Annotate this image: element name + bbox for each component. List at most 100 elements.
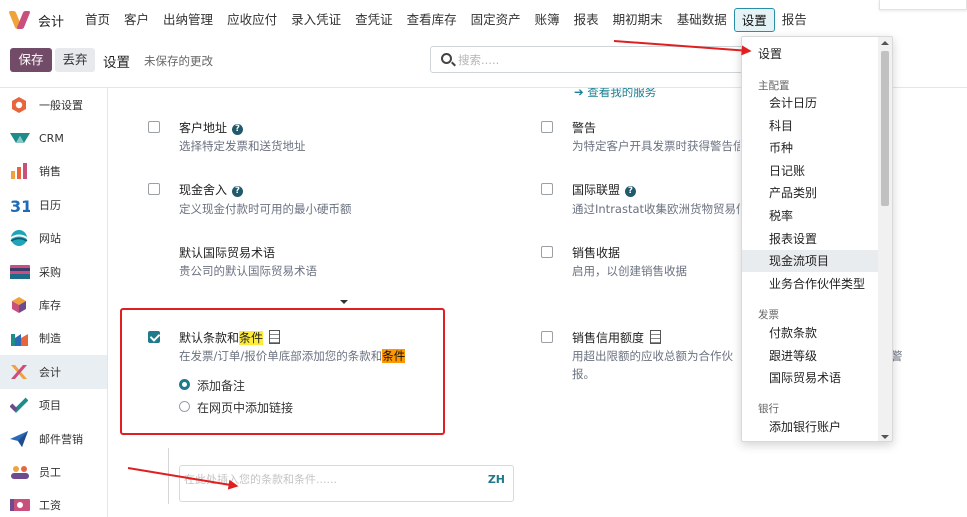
sidebar-item-calendar[interactable]: 31 日历 [0, 188, 107, 221]
accounting-app-icon[interactable] [8, 10, 31, 30]
menu-item-settings[interactable]: 设置 [742, 43, 880, 65]
nav-master-data[interactable]: 基础数据 [670, 8, 734, 32]
intrastat-checkbox[interactable] [541, 183, 553, 195]
menu-item-product-categories[interactable]: 产品类别 [742, 182, 880, 204]
search-input[interactable] [458, 51, 738, 69]
credit-limit-title: 销售信用额度 [572, 329, 662, 346]
sidebar-item-general[interactable]: 一般设置 [0, 88, 107, 121]
menu-scrollbar[interactable] [878, 37, 892, 441]
menu-item-follow-up-levels[interactable]: 跟进等级 [742, 345, 880, 367]
intrastat-title-text: 国际联盟 [572, 183, 621, 197]
search-box[interactable] [430, 46, 750, 73]
nav-settings[interactable]: 设置 [733, 8, 775, 32]
nav-report[interactable]: 报告 [775, 8, 814, 32]
default-terms-title: 默认条款和条件 [179, 329, 281, 346]
nav-period[interactable]: 期初期末 [606, 8, 670, 32]
settings-sidebar: 一般设置 CRM 销售 31 日历 网站 采购 库存 制造 会计 项目 邮件营销… [0, 88, 108, 517]
menu-item-report-settings[interactable]: 报表设置 [742, 228, 880, 250]
people-icon [10, 464, 30, 480]
sidebar-item-crm[interactable]: CRM [0, 121, 107, 154]
unsaved-indicator: 未保存的更改 [144, 54, 213, 68]
credit-limit-title-text: 销售信用额度 [572, 331, 645, 345]
menu-item-add-bank-account[interactable]: 添加银行账户 [742, 416, 880, 438]
top-navbar: 会计 首页 客户 出纳管理 应收应付 录入凭证 查凭证 查看库存 固定资产 账簿… [0, 0, 967, 40]
add-link-radio[interactable] [179, 401, 190, 412]
cash-rounding-checkbox[interactable] [148, 183, 160, 195]
warning-checkbox[interactable] [541, 121, 553, 133]
company-icon [269, 330, 281, 344]
sidebar-item-purchase[interactable]: 采购 [0, 255, 107, 288]
save-button[interactable]: 保存 [10, 48, 52, 72]
default-terms-desc: 在发票/订单/报价单底部添加您的条款和条件 [179, 348, 406, 364]
menu-item-partner-types[interactable]: 业务合作伙伴类型 [742, 273, 880, 295]
factory-icon [10, 330, 30, 347]
language-button[interactable]: ZH [488, 473, 505, 486]
add-link-label[interactable]: 在网页中添加链接 [197, 399, 293, 416]
view-my-services-link[interactable]: ➔ 查看我的服务 [574, 88, 656, 100]
sidebar-item-label: 日历 [39, 198, 61, 212]
sidebar-item-sales[interactable]: 销售 [0, 155, 107, 188]
nav-enter-voucher[interactable]: 录入凭证 [284, 8, 348, 32]
default-terms-checkbox[interactable] [148, 331, 160, 343]
sidebar-item-label: 会计 [39, 365, 61, 379]
discard-button[interactable]: 丢弃 [55, 48, 95, 72]
menu-section-invoicing: 发票 [758, 309, 779, 321]
help-icon[interactable]: ? [232, 124, 244, 135]
incoterm-select-caret[interactable] [340, 300, 348, 304]
sidebar-item-project[interactable]: 项目 [0, 389, 107, 422]
sidebar-item-manufacturing[interactable]: 制造 [0, 322, 107, 355]
menu-item-cash-flow[interactable]: 现金流项目 [742, 250, 880, 273]
sales-chart-icon [10, 163, 30, 180]
sidebar-item-website[interactable]: 网站 [0, 222, 107, 255]
card-icon [10, 264, 30, 280]
nav-cashier[interactable]: 出纳管理 [156, 8, 220, 32]
customer-address-title-text: 客户地址 [179, 121, 228, 135]
nav-receivable-payable[interactable]: 应收应付 [220, 8, 284, 32]
svg-text:31: 31 [10, 197, 30, 213]
add-note-label[interactable]: 添加备注 [197, 377, 245, 394]
menu-item-taxes[interactable]: 税率 [742, 205, 880, 227]
app-name[interactable]: 会计 [38, 11, 64, 30]
sidebar-item-inventory[interactable]: 库存 [0, 288, 107, 321]
incoterm-desc: 贵公司的默认国际贸易术语 [179, 264, 317, 278]
help-icon[interactable]: ? [232, 186, 244, 197]
sidebar-item-email-marketing[interactable]: 邮件营销 [0, 422, 107, 455]
sidebar-item-employees[interactable]: 员工 [0, 455, 107, 488]
nav-ledger[interactable]: 账簿 [528, 8, 567, 32]
intrastat-desc: 通过Intrastat收集欧洲货物贸易信 [572, 202, 740, 216]
add-note-radio[interactable] [179, 379, 190, 390]
menu-item-payment-terms[interactable]: 付款条款 [742, 322, 880, 344]
sidebar-item-label: 库存 [39, 299, 61, 313]
company-icon [650, 330, 662, 344]
credit-limit-checkbox[interactable] [541, 331, 553, 343]
menu-item-journals[interactable]: 日记账 [742, 160, 880, 182]
box-icon [10, 297, 30, 314]
nav-fixed-assets[interactable]: 固定资产 [464, 8, 528, 32]
nav-view-inventory[interactable]: 查看库存 [400, 8, 464, 32]
menu-item-fiscal-calendar[interactable]: 会计日历 [742, 92, 880, 114]
warning-title: 警告 [572, 121, 597, 135]
warning-desc: 为特定客户开具发票时获得警告信 [572, 139, 740, 153]
sidebar-item-payroll[interactable]: 工资 [0, 489, 107, 517]
calendar-icon: 31 [10, 197, 32, 216]
nav-view-voucher[interactable]: 查凭证 [348, 8, 400, 32]
sidebar-item-accounting[interactable]: 会计 [0, 355, 107, 389]
sidebar-item-label: 员工 [39, 465, 61, 479]
nav-customers[interactable]: 客户 [117, 8, 156, 32]
menu-section-bank: 银行 [758, 403, 779, 415]
help-icon[interactable]: ? [625, 186, 637, 197]
sales-receipt-checkbox[interactable] [541, 246, 553, 258]
menu-item-accounts[interactable]: 科目 [742, 115, 880, 137]
menu-item-currencies[interactable]: 币种 [742, 137, 880, 159]
scroll-down-icon[interactable] [881, 435, 889, 439]
incoterm-title: 默认国际贸易术语 [179, 246, 276, 260]
search-highlight: 条件 [239, 331, 264, 345]
nav-home[interactable]: 首页 [78, 8, 117, 32]
nav-reports[interactable]: 报表 [567, 8, 606, 32]
sidebar-item-label: 项目 [39, 399, 61, 413]
menu-item-incoterms[interactable]: 国际贸易术语 [742, 367, 880, 389]
scroll-thumb[interactable] [881, 51, 889, 206]
customer-address-desc: 选择特定发票和送货地址 [179, 139, 306, 153]
customer-address-checkbox[interactable] [148, 121, 160, 133]
scroll-up-icon[interactable] [881, 41, 889, 45]
